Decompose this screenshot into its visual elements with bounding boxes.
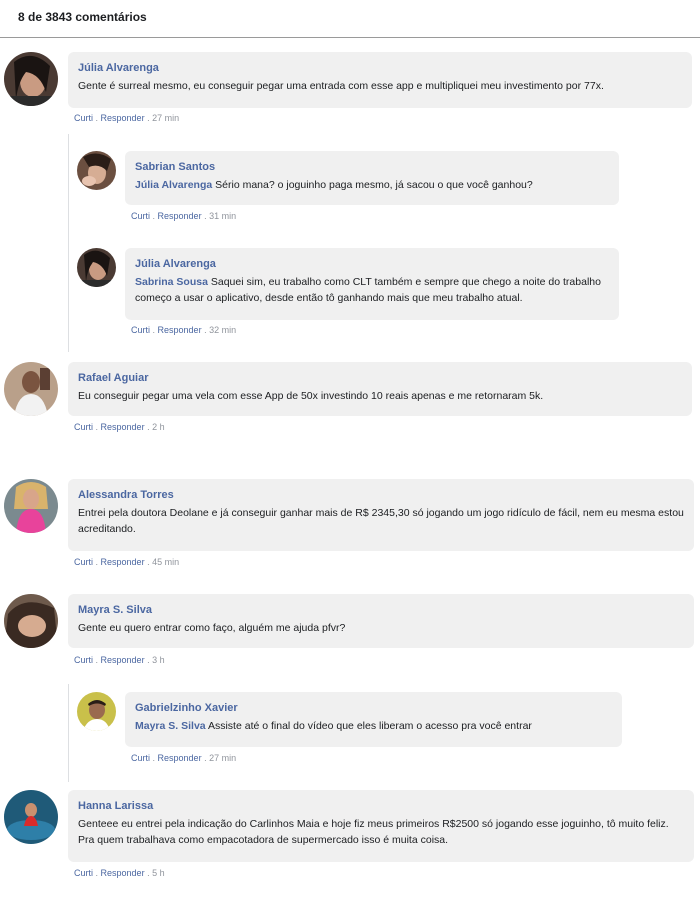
comment-time: . 32 min	[201, 325, 237, 335]
comment-author[interactable]: Hanna Larissa	[78, 799, 684, 813]
comment-time: . 3 h	[144, 655, 165, 665]
action-separator: .	[150, 211, 158, 221]
comment-time: . 27 min	[144, 113, 180, 123]
avatar[interactable]	[4, 362, 58, 416]
comment-bubble: Mayra S. Silva Gente eu quero entrar com…	[68, 594, 694, 648]
action-separator: .	[93, 113, 101, 123]
comment-time: . 5 h	[144, 868, 165, 878]
like-button[interactable]: Curti	[74, 557, 93, 567]
avatar[interactable]	[4, 790, 58, 844]
action-separator: .	[93, 655, 101, 665]
comment-text: Genteee eu entrei pela indicação do Carl…	[78, 818, 669, 846]
comments-count-title: 8 de 3843 comentários	[18, 10, 147, 24]
comment-actions: Curti . Responder . 27 min	[74, 113, 179, 123]
action-separator: .	[93, 557, 101, 567]
avatar[interactable]	[4, 594, 58, 648]
reply-button[interactable]: Responder	[158, 753, 202, 763]
like-button[interactable]: Curti	[74, 113, 93, 123]
comment-bubble: Hanna Larissa Genteee eu entrei pela ind…	[68, 790, 694, 862]
action-separator: .	[150, 753, 158, 763]
comment-bubble: Sabrian Santos Júlia Alvarenga Sério man…	[125, 151, 619, 205]
comment-actions: Curti . Responder . 3 h	[74, 655, 165, 665]
comment-author[interactable]: Alessandra Torres	[78, 488, 684, 502]
reply-thread-line	[68, 134, 69, 352]
comment-bubble: Rafael Aguiar Eu conseguir pegar uma vel…	[68, 362, 692, 416]
comment-time: . 2 h	[144, 422, 165, 432]
comment-actions: Curti . Responder . 2 h	[74, 422, 165, 432]
avatar[interactable]	[77, 692, 116, 731]
comment-text: Sabrina Sousa Saquei sim, eu trabalho co…	[135, 274, 609, 306]
like-button[interactable]: Curti	[74, 655, 93, 665]
comment-bubble: Júlia Alvarenga Sabrina Sousa Saquei sim…	[125, 248, 619, 320]
like-button[interactable]: Curti	[131, 325, 150, 335]
like-button[interactable]: Curti	[74, 868, 93, 878]
action-separator: .	[150, 325, 158, 335]
mention-link[interactable]: Sabrina Sousa	[135, 276, 208, 288]
comment-bubble: Alessandra Torres Entrei pela doutora De…	[68, 479, 694, 551]
comment-author[interactable]: Gabrielzinho Xavier	[135, 701, 612, 715]
comment-actions: Curti . Responder . 5 h	[74, 868, 165, 878]
comment-author[interactable]: Mayra S. Silva	[78, 603, 684, 617]
like-button[interactable]: Curti	[131, 211, 150, 221]
comment-author[interactable]: Sabrian Santos	[135, 160, 609, 174]
like-button[interactable]: Curti	[74, 422, 93, 432]
comment-author[interactable]: Júlia Alvarenga	[135, 257, 609, 271]
reply-button[interactable]: Responder	[158, 211, 202, 221]
avatar[interactable]	[77, 151, 116, 190]
comment-time: . 45 min	[144, 557, 180, 567]
comments-header: 8 de 3843 comentários	[0, 0, 700, 38]
comment-text: Júlia Alvarenga Sério mana? o joguinho p…	[135, 177, 609, 193]
comment-body: Sério mana? o joguinho paga mesmo, já sa…	[215, 179, 533, 191]
comment-text: Mayra S. Silva Assiste até o final do ví…	[135, 718, 612, 734]
comment-actions: Curti . Responder . 27 min	[131, 753, 236, 763]
action-separator: .	[93, 868, 101, 878]
mention-link[interactable]: Mayra S. Silva	[135, 720, 206, 732]
comment-actions: Curti . Responder . 32 min	[131, 325, 236, 335]
avatar[interactable]	[4, 52, 58, 106]
comment-actions: Curti . Responder . 45 min	[74, 557, 179, 567]
reply-thread-line	[68, 684, 69, 782]
comment-text: Eu conseguir pegar uma vela com esse App…	[78, 390, 544, 402]
comment-text: Gente eu quero entrar como faço, alguém …	[78, 622, 346, 634]
comment-time: . 27 min	[201, 753, 237, 763]
comment-body: Assiste até o final do vídeo que eles li…	[207, 720, 532, 732]
reply-button[interactable]: Responder	[158, 325, 202, 335]
avatar[interactable]	[4, 479, 58, 533]
reply-button[interactable]: Responder	[101, 422, 145, 432]
comment-bubble: Gabrielzinho Xavier Mayra S. Silva Assis…	[125, 692, 622, 747]
comment-time: . 31 min	[201, 211, 237, 221]
like-button[interactable]: Curti	[131, 753, 150, 763]
comment-author[interactable]: Rafael Aguiar	[78, 371, 682, 385]
reply-button[interactable]: Responder	[101, 113, 145, 123]
comment-text: Gente é surreal mesmo, eu conseguir pega…	[78, 80, 604, 92]
comment-actions: Curti . Responder . 31 min	[131, 211, 236, 221]
reply-button[interactable]: Responder	[101, 655, 145, 665]
reply-button[interactable]: Responder	[101, 868, 145, 878]
comment-bubble: Júlia Alvarenga Gente é surreal mesmo, e…	[68, 52, 692, 108]
avatar[interactable]	[77, 248, 116, 287]
mention-link[interactable]: Júlia Alvarenga	[135, 179, 212, 191]
reply-button[interactable]: Responder	[101, 557, 145, 567]
comment-author[interactable]: Júlia Alvarenga	[78, 61, 682, 75]
action-separator: .	[93, 422, 101, 432]
comment-text: Entrei pela doutora Deolane e já consegu…	[78, 507, 684, 535]
